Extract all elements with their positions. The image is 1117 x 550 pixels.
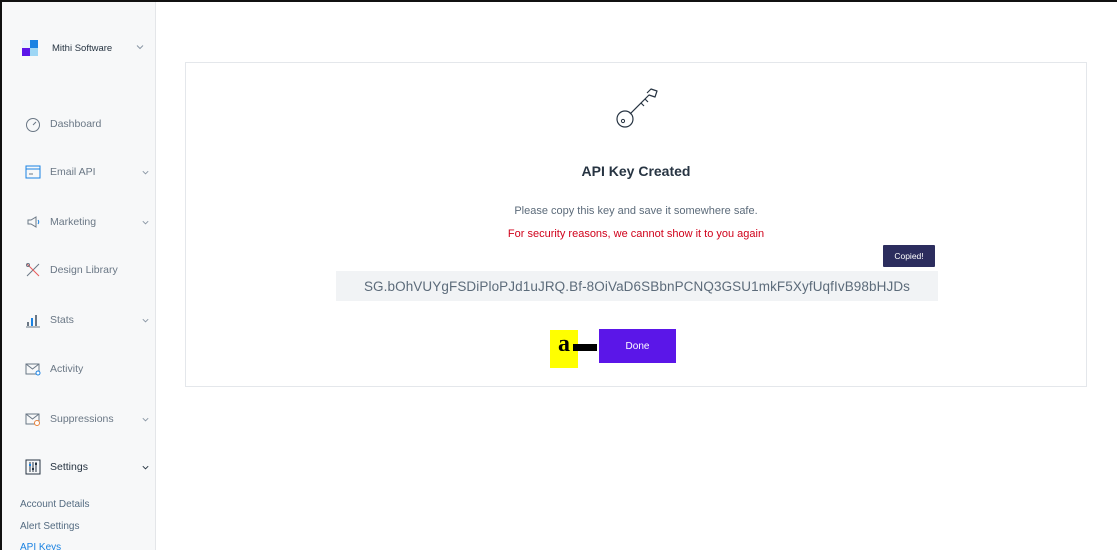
sidebar-item-email-api[interactable]: Email API (2, 160, 155, 184)
chevron-down-icon (142, 220, 149, 224)
brand-logo-icon (22, 40, 38, 56)
annotation-pointer (573, 344, 597, 351)
sidebar-item-label: Marketing (50, 216, 97, 228)
chevron-down-icon[interactable] (135, 42, 145, 52)
key-icon (616, 88, 658, 128)
chevron-down-icon (142, 170, 149, 174)
sidebar-item-label: Email API (50, 166, 96, 178)
api-key-created-card: API Key Created Please copy this key and… (185, 62, 1087, 387)
sidebar-item-label: Suppressions (50, 413, 114, 425)
sidebar-item-label: Stats (50, 314, 74, 326)
design-tools-icon (26, 263, 40, 277)
sidebar-sublink-api-keys[interactable]: API Keys (20, 542, 61, 550)
sidebar-item-stats[interactable]: Stats (2, 308, 155, 332)
chevron-down-icon (142, 318, 149, 322)
sidebar-item-label: Settings (50, 461, 88, 473)
sidebar-item-design-library[interactable]: Design Library (2, 258, 155, 282)
sidebar-item-dashboard[interactable]: Dashboard (2, 112, 155, 136)
copied-tooltip: Copied! (883, 245, 935, 267)
sidebar-sublink-account-details[interactable]: Account Details (20, 499, 89, 510)
sidebar-item-marketing[interactable]: Marketing (2, 210, 155, 234)
chevron-down-icon (142, 465, 149, 469)
bar-stats-icon (26, 315, 40, 328)
speedometer-icon (26, 118, 40, 132)
settings-sliders-icon (25, 459, 41, 475)
security-warning: For security reasons, we cannot show it … (507, 228, 765, 240)
account-switcher[interactable]: Mithi Software (22, 40, 112, 56)
dialog-instruction: Please copy this key and save it somewhe… (514, 205, 758, 217)
sidebar-sublink-alert-settings[interactable]: Alert Settings (20, 521, 79, 532)
sidebar-item-activity[interactable]: Activity (2, 357, 155, 381)
megaphone-icon (27, 216, 40, 228)
brand-name: Mithi Software (52, 42, 113, 54)
suppression-envelope-icon (25, 413, 40, 426)
sidebar-item-label: Design Library (50, 264, 118, 276)
api-key-value[interactable]: SG.bOhVUYgFSDiPloPJd1uJRQ.Bf-8OiVaD6SBbn… (336, 271, 938, 301)
email-window-icon (25, 165, 41, 179)
chevron-down-icon (142, 417, 149, 421)
done-button[interactable]: Done (599, 329, 676, 363)
sidebar-item-label: Activity (50, 363, 84, 375)
sidebar-item-settings[interactable]: Settings (2, 455, 155, 479)
dialog-title: API Key Created (581, 163, 691, 179)
sidebar-item-suppressions[interactable]: Suppressions (2, 407, 155, 431)
sidebar-item-label: Dashboard (50, 118, 102, 130)
sidebar: Mithi Software Dashboard Email API Marke… (2, 2, 156, 550)
activity-envelope-icon (25, 363, 41, 376)
